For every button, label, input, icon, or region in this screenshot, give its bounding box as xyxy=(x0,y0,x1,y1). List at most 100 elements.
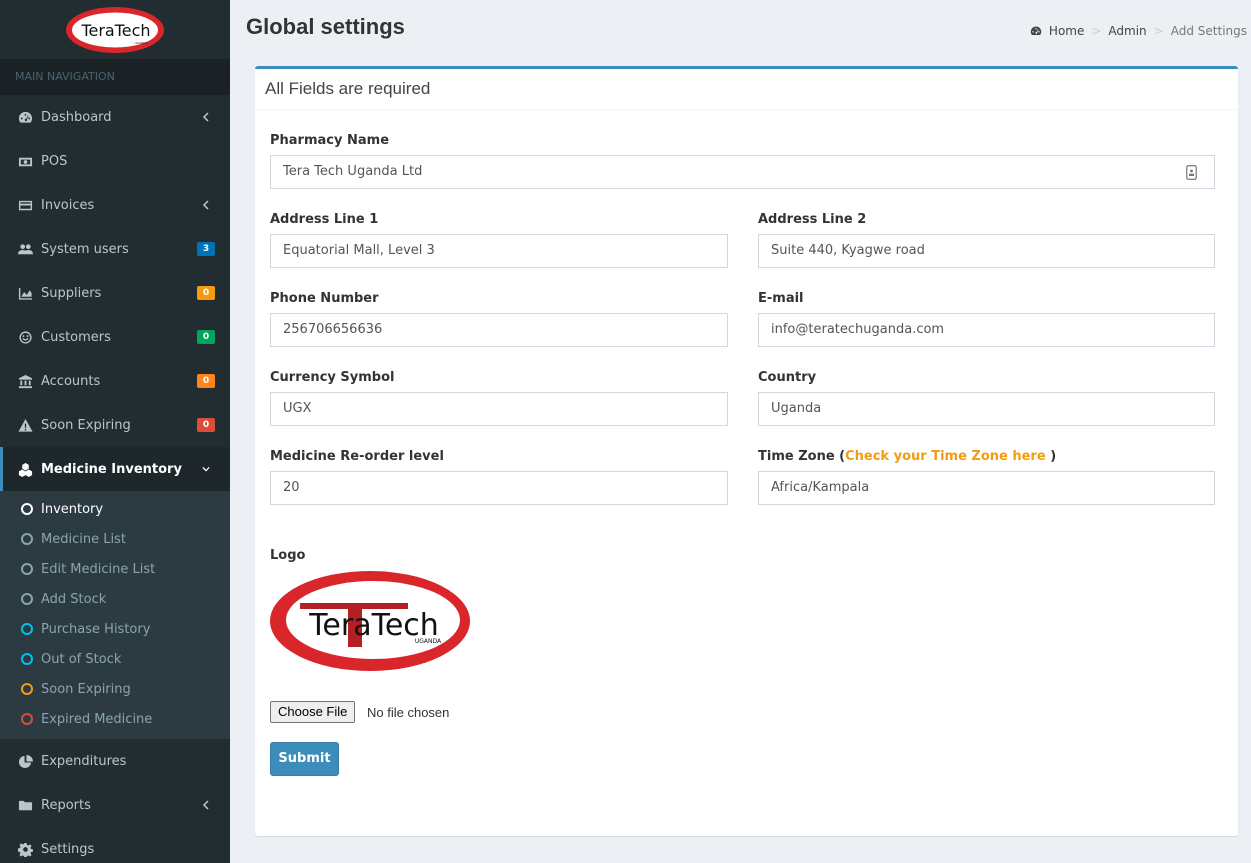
country-label: Country xyxy=(758,370,817,385)
submenu-item-label: Out of Stock xyxy=(41,651,122,667)
logo-text: TeraTech xyxy=(80,21,150,40)
time-zone-value: Africa/Kampala xyxy=(771,480,870,495)
sidebar-item-suppliers[interactable]: Suppliers 0 xyxy=(0,271,230,315)
email-input[interactable]: info@teratechuganda.com xyxy=(758,313,1215,347)
choose-file-button[interactable]: Choose File xyxy=(270,701,356,723)
submenu-item-label: Edit Medicine List xyxy=(41,561,156,577)
check-time-zone-link[interactable]: Check your Time Zone here xyxy=(845,449,1046,464)
sidebar: TeraTech UGANDA MAIN NAVIGATION Dashboar… xyxy=(0,0,230,863)
sidebar-item-label: Expenditures xyxy=(41,753,127,769)
brand-logo[interactable]: TeraTech UGANDA xyxy=(0,0,230,59)
count-badge: 0 xyxy=(197,286,215,300)
warning-icon xyxy=(17,417,33,433)
sidebar-item-settings[interactable]: Settings xyxy=(0,827,230,863)
address-line-1-input[interactable]: Equatorial Mall, Level 3 xyxy=(270,234,728,268)
logo-label: Logo xyxy=(270,548,306,563)
logo-subtext: UGANDA xyxy=(134,41,148,45)
reorder-level-label: Medicine Re-order level xyxy=(270,449,444,464)
sidebar-item-invoices[interactable]: Invoices xyxy=(0,183,230,227)
count-badge: 0 xyxy=(197,418,215,432)
submenu-item-label: Expired Medicine xyxy=(41,711,153,727)
circle-icon xyxy=(21,593,33,605)
phone-number-input[interactable]: 256706656636 xyxy=(270,313,728,347)
sidebar-item-customers[interactable]: Customers 0 xyxy=(0,315,230,359)
sidebar-item-soon-expiring[interactable]: Soon Expiring 0 xyxy=(0,403,230,447)
pie-chart-icon xyxy=(17,753,33,769)
submenu-item-label: Inventory xyxy=(41,501,104,517)
settings-form-box: All Fields are required Pharmacy Name Te… xyxy=(255,66,1238,836)
breadcrumb-admin-link[interactable]: Admin xyxy=(1108,24,1146,38)
users-icon xyxy=(17,241,33,257)
pharmacy-name-input[interactable]: Tera Tech Uganda Ltd xyxy=(270,155,1215,189)
sidebar-item-pos[interactable]: POS xyxy=(0,139,230,183)
submenu-item-purchase-history[interactable]: Purchase History xyxy=(0,614,230,644)
country-input[interactable]: Uganda xyxy=(758,392,1215,426)
chevron-left-icon xyxy=(199,796,213,814)
circle-icon xyxy=(21,653,33,665)
phone-number-value: 256706656636 xyxy=(283,322,383,337)
area-chart-icon xyxy=(17,285,33,301)
currency-symbol-input[interactable]: UGX xyxy=(270,392,728,426)
submenu-item-label: Medicine List xyxy=(41,531,126,547)
sidebar-item-dashboard[interactable]: Dashboard xyxy=(0,95,230,139)
money-icon xyxy=(17,153,33,169)
circle-icon xyxy=(21,623,33,635)
main-content: Global settings Home > Admin > Add Setti… xyxy=(230,0,1251,863)
time-zone-input[interactable]: Africa/Kampala xyxy=(758,471,1215,505)
time-zone-label: Time Zone (Check your Time Zone here ) xyxy=(758,449,1056,464)
submenu-item-soon-expiring[interactable]: Soon Expiring xyxy=(0,674,230,704)
circle-icon xyxy=(21,683,33,695)
email-label: E-mail xyxy=(758,291,804,306)
cubes-icon xyxy=(17,461,33,477)
pharmacy-name-value: Tera Tech Uganda Ltd xyxy=(283,164,423,179)
phone-number-label: Phone Number xyxy=(270,291,379,306)
circle-icon xyxy=(21,503,33,515)
sidebar-item-expenditures[interactable]: Expenditures xyxy=(0,739,230,783)
circle-icon xyxy=(21,533,33,545)
submenu-item-expired-medicine[interactable]: Expired Medicine xyxy=(0,704,230,734)
submenu-item-inventory[interactable]: Inventory xyxy=(0,494,230,524)
dashboard-icon xyxy=(1030,26,1042,36)
time-zone-label-suffix: ) xyxy=(1045,449,1057,464)
breadcrumb: Home > Admin > Add Settings xyxy=(1030,24,1247,38)
chevron-down-icon xyxy=(199,460,213,478)
count-badge: 0 xyxy=(197,374,215,388)
email-value: info@teratechuganda.com xyxy=(771,322,945,337)
reorder-level-input[interactable]: 20 xyxy=(270,471,728,505)
smile-icon xyxy=(17,329,33,345)
submenu-item-medicine-list[interactable]: Medicine List xyxy=(0,524,230,554)
currency-symbol-value: UGX xyxy=(283,401,312,416)
gear-icon xyxy=(17,841,33,857)
breadcrumb-current: Add Settings xyxy=(1170,24,1247,38)
country-value: Uganda xyxy=(771,401,822,416)
sidebar-item-label: POS xyxy=(41,153,68,169)
sidebar-item-system-users[interactable]: System users 3 xyxy=(0,227,230,271)
submenu-item-label: Add Stock xyxy=(41,591,107,607)
submenu-item-edit-medicine-list[interactable]: Edit Medicine List xyxy=(0,554,230,584)
credit-card-icon xyxy=(17,197,33,213)
address-line-2-label: Address Line 2 xyxy=(758,212,867,227)
submenu-item-out-of-stock[interactable]: Out of Stock xyxy=(0,644,230,674)
page-title: Global settings xyxy=(246,14,405,39)
chevron-left-icon xyxy=(199,108,213,126)
breadcrumb-separator: > xyxy=(1091,24,1102,38)
submit-button[interactable]: Submit xyxy=(270,742,339,776)
dashboard-icon xyxy=(17,109,33,125)
contact-card-icon xyxy=(1186,165,1197,180)
sidebar-item-reports[interactable]: Reports xyxy=(0,783,230,827)
chevron-left-icon xyxy=(199,196,213,214)
pharmacy-logo-image: TeraTech UGANDA xyxy=(270,571,470,671)
address-line-2-input[interactable]: Suite 440, Kyagwe road xyxy=(758,234,1215,268)
circle-icon xyxy=(21,563,33,575)
currency-symbol-label: Currency Symbol xyxy=(270,370,395,385)
logo-image-subtext: UGANDA xyxy=(415,638,442,645)
teratech-logo: TeraTech UGANDA xyxy=(66,6,164,53)
medicine-inventory-submenu: Inventory Medicine List Edit Medicine Li… xyxy=(0,491,230,739)
count-badge: 0 xyxy=(197,330,215,344)
breadcrumb-home-link[interactable]: Home xyxy=(1049,24,1084,38)
sidebar-item-medicine-inventory[interactable]: Medicine Inventory xyxy=(0,447,230,491)
sidebar-item-accounts[interactable]: Accounts 0 xyxy=(0,359,230,403)
submenu-item-label: Purchase History xyxy=(41,621,151,637)
pharmacy-name-label: Pharmacy Name xyxy=(270,133,390,148)
submenu-item-add-stock[interactable]: Add Stock xyxy=(0,584,230,614)
